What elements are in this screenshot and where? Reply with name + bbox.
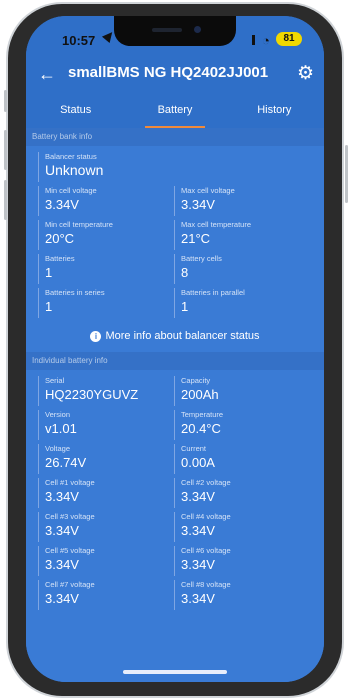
batteries-cell: Batteries 1 <box>38 254 174 284</box>
battery-cells-cell: Battery cells 8 <box>174 254 310 284</box>
field-label: Serial <box>45 376 65 385</box>
field-label: Cell #1 voltage <box>45 478 95 487</box>
info-icon: i <box>90 330 102 342</box>
field-value: 3.34V <box>45 197 79 212</box>
bank-info-grid: Balancer status Unknown Min cell voltage… <box>26 146 324 322</box>
field-label: Batteries <box>45 254 75 263</box>
min-cell-temperature-cell: Min cell temperature 20°C <box>38 220 174 250</box>
serial-cell: Serial HQ2230YGUVZ <box>38 376 174 406</box>
field-value: 26.74V <box>45 455 87 470</box>
field-value: 3.34V <box>181 197 215 212</box>
field-label: Temperature <box>181 410 224 419</box>
max-cell-temperature-cell: Max cell temperature 21°C <box>174 220 310 250</box>
field-value: 3.34V <box>181 591 215 606</box>
version-cell: Version v1.01 <box>38 410 174 440</box>
field-label: Version <box>45 410 71 419</box>
field-value: 3.34V <box>181 489 215 504</box>
current-cell: Current 0.00A <box>174 444 310 474</box>
cell-5-voltage-cell: Cell #5 voltage 3.34V <box>38 546 174 576</box>
field-label: Balancer status <box>45 152 97 161</box>
tab-bar: Status Battery History <box>26 92 324 128</box>
field-label: Cell #4 voltage <box>181 512 231 521</box>
field-label: Max cell voltage <box>181 186 235 195</box>
field-label: Max cell temperature <box>181 220 252 229</box>
balancer-status-cell: Balancer status Unknown <box>38 152 310 182</box>
batteries-in-series-cell: Batteries in series 1 <box>38 288 174 318</box>
field-value: 8 <box>181 265 189 280</box>
section-header-bank: Battery bank info <box>26 128 324 146</box>
field-value: 21°C <box>181 231 211 246</box>
field-value: 1 <box>45 265 53 280</box>
field-value: 3.34V <box>181 557 215 572</box>
field-label: Cell #3 voltage <box>45 512 95 521</box>
field-label: Current <box>181 444 207 453</box>
field-value: 200Ah <box>181 387 219 402</box>
cell-7-voltage-cell: Cell #7 voltage 3.34V <box>38 580 174 610</box>
field-label: Cell #6 voltage <box>181 546 231 555</box>
field-value: 3.34V <box>45 557 79 572</box>
battery-content[interactable]: Battery bank info Balancer status Unknow… <box>26 128 324 682</box>
temperature-cell: Temperature 20.4°C <box>174 410 310 440</box>
tab-battery[interactable]: Battery <box>125 92 224 128</box>
batteries-in-parallel-cell: Batteries in parallel 1 <box>174 288 310 318</box>
app-bar: ← smallBMS NG HQ2402JJ001 ⚙ <box>26 56 324 92</box>
info-link-label: More info about balancer status <box>105 330 260 342</box>
field-value: HQ2230YGUVZ <box>45 387 139 402</box>
tab-history[interactable]: History <box>225 92 324 128</box>
home-indicator[interactable] <box>123 670 227 674</box>
back-arrow-icon[interactable]: ← <box>38 64 56 85</box>
status-time: 10:57 <box>62 33 96 48</box>
battery-level-icon: 81 <box>276 32 302 46</box>
field-value: v1.01 <box>45 421 77 436</box>
tab-status[interactable]: Status <box>26 92 125 128</box>
field-label: Cell #8 voltage <box>181 580 231 589</box>
voltage-cell: Voltage 26.74V <box>38 444 174 474</box>
field-value: Unknown <box>45 162 104 178</box>
phone-screen: 10:57 ◔ 81 ← smallBMS NG HQ2402JJ001 ⚙ S… <box>26 16 324 682</box>
field-value: 3.34V <box>45 591 79 606</box>
page-title: smallBMS NG HQ2402JJ001 <box>68 64 269 81</box>
side-button-power <box>345 145 348 203</box>
field-value: 20.4°C <box>181 421 221 436</box>
field-value: 3.34V <box>45 489 79 504</box>
front-camera <box>194 26 201 33</box>
field-label: Battery cells <box>181 254 222 263</box>
wifi-icon: ◔ <box>262 33 270 48</box>
field-value: 20°C <box>45 231 75 246</box>
field-label: Batteries in parallel <box>181 288 245 297</box>
field-value: 1 <box>45 299 53 314</box>
min-cell-voltage-cell: Min cell voltage 3.34V <box>38 186 174 216</box>
individual-info-grid: Serial HQ2230YGUVZ Capacity 200Ah Version v… <box>26 370 324 614</box>
speaker <box>152 28 182 32</box>
cell-8-voltage-cell: Cell #8 voltage 3.34V <box>174 580 310 610</box>
cell-4-voltage-cell: Cell #4 voltage 3.34V <box>174 512 310 542</box>
gear-icon[interactable]: ⚙ <box>297 62 314 85</box>
signal-icon <box>252 35 255 45</box>
status-bar: 10:57 ◔ 81 <box>26 16 324 56</box>
side-button-volume-up <box>4 130 7 170</box>
notch <box>114 16 236 46</box>
field-label: Cell #7 voltage <box>45 580 95 589</box>
field-label: Min cell voltage <box>45 186 97 195</box>
max-cell-voltage-cell: Max cell voltage 3.34V <box>174 186 310 216</box>
field-label: Capacity <box>181 376 211 385</box>
field-value: 1 <box>181 299 189 314</box>
cell-6-voltage-cell: Cell #6 voltage 3.34V <box>174 546 310 576</box>
field-label: Min cell temperature <box>45 220 113 229</box>
side-button-volume-down <box>4 180 7 220</box>
field-label: Cell #5 voltage <box>45 546 95 555</box>
field-label: Batteries in series <box>45 288 105 297</box>
cell-2-voltage-cell: Cell #2 voltage 3.34V <box>174 478 310 508</box>
balancer-info-link[interactable]: i More info about balancer status <box>26 322 324 352</box>
field-value: 3.34V <box>45 523 79 538</box>
capacity-cell: Capacity 200Ah <box>174 376 310 406</box>
field-label: Cell #2 voltage <box>181 478 231 487</box>
field-label: Voltage <box>45 444 71 453</box>
field-value: 0.00A <box>181 455 215 470</box>
field-value: 3.34V <box>181 523 215 538</box>
side-button-mute <box>4 90 7 112</box>
cell-3-voltage-cell: Cell #3 voltage 3.34V <box>38 512 174 542</box>
section-header-individual: Individual battery info <box>26 352 324 370</box>
cell-1-voltage-cell: Cell #1 voltage 3.34V <box>38 478 174 508</box>
